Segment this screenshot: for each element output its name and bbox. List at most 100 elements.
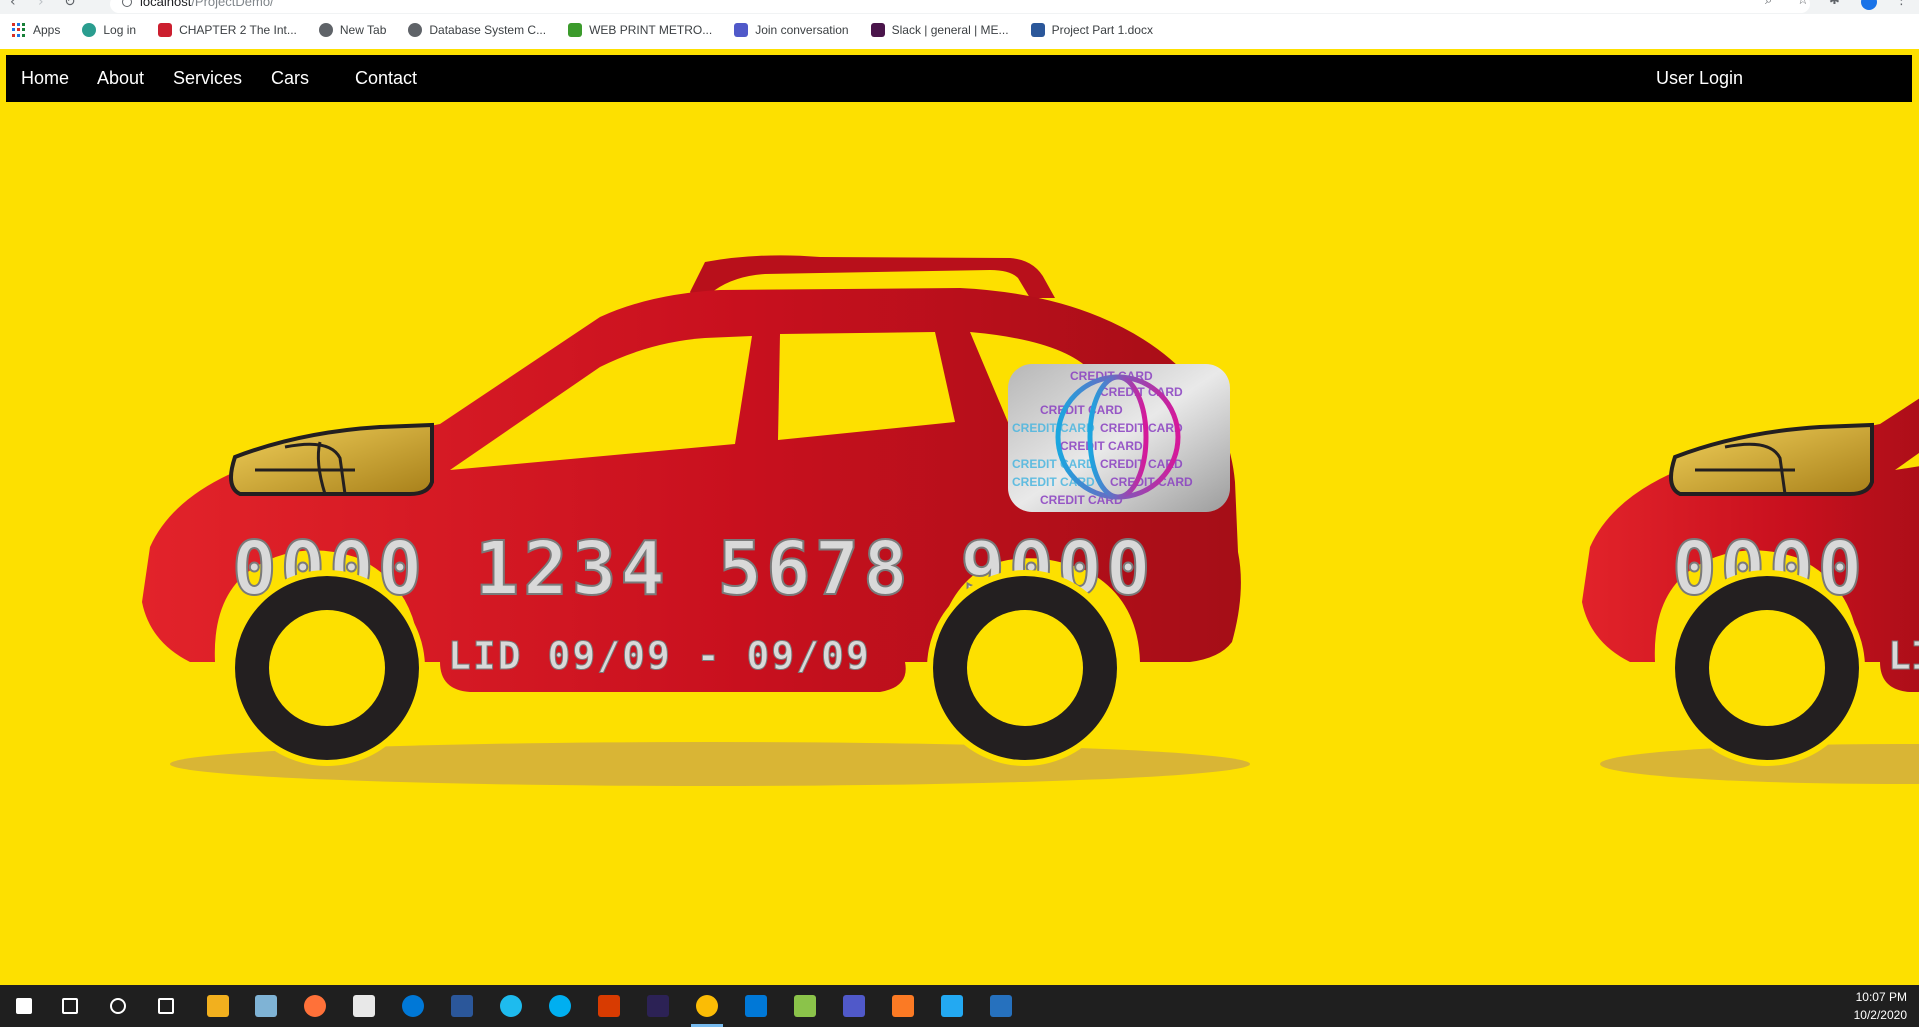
forward-icon[interactable]: › <box>38 0 54 10</box>
mail-icon <box>745 995 767 1017</box>
car-repeat-chip <box>1669 422 1874 496</box>
wheel-rear <box>229 570 425 766</box>
card-valid-dates: LID 09/09 - 09/09 <box>448 634 871 678</box>
file-explorer-taskbar-button[interactable] <box>194 985 242 1027</box>
search-icon[interactable]: ⌕ <box>1765 0 1779 8</box>
car-repeat-valid: LI <box>1888 634 1919 678</box>
store-taskbar-button[interactable] <box>340 985 388 1027</box>
bookmark-label: Join conversation <box>755 23 849 37</box>
browser-chrome: ‹ › ↻ localhost/ProjectDemo/ ⌕ ☆ ✱ ⋮ App… <box>0 0 1919 49</box>
hologram-line: CREDIT CARD <box>1100 421 1183 435</box>
chrome-taskbar-button[interactable] <box>683 985 731 1027</box>
notepadpp-icon <box>794 995 816 1017</box>
windows-taskbar: 10:07 PM 10/2/2020 <box>0 985 1919 1027</box>
back-icon[interactable]: ‹ <box>10 0 26 10</box>
office-taskbar-button[interactable] <box>585 985 633 1027</box>
vscode-taskbar-button[interactable] <box>928 985 976 1027</box>
paint-taskbar-button[interactable] <box>242 985 290 1027</box>
firefox-taskbar-button[interactable] <box>291 985 339 1027</box>
bookmark-item[interactable]: Project Part 1.docx <box>1030 23 1153 37</box>
chrome-icon <box>696 995 718 1017</box>
browser-actions: ⌕ ☆ ✱ ⋮ <box>1765 0 1909 10</box>
hologram-line: CREDIT CARD <box>1060 439 1143 453</box>
star-icon[interactable]: ☆ <box>1797 0 1811 8</box>
globe-icon <box>318 23 333 37</box>
search-taskbar-button[interactable] <box>46 985 94 1027</box>
apps-grid-icon <box>12 23 26 37</box>
bookmark-item[interactable]: Apps <box>12 23 60 37</box>
vscode-icon <box>941 995 963 1017</box>
opera-icon <box>158 23 173 37</box>
credit-card-car-illustration: CREDIT CARD CREDIT CARD CREDIT CARD CRED… <box>142 255 1919 786</box>
bookmark-label: New Tab <box>339 23 387 37</box>
extensions-icon[interactable]: ✱ <box>1829 0 1843 8</box>
bookmark-item[interactable]: Slack | general | ME... <box>870 23 1009 37</box>
printer-icon <box>568 23 583 37</box>
clock-time: 10:07 PM <box>1855 990 1907 1004</box>
globe-icon <box>1055 374 1181 500</box>
nav-home[interactable]: Home <box>21 55 69 102</box>
bookmark-item[interactable]: Log in <box>82 23 136 37</box>
teams-icon <box>734 23 749 37</box>
word-taskbar-button[interactable] <box>438 985 486 1027</box>
bookmark-item[interactable]: CHAPTER 2 The Int... <box>158 23 297 37</box>
url-path: /ProjectDemo/ <box>191 0 274 9</box>
start-button-taskbar-button[interactable] <box>0 985 48 1027</box>
clock-date: 10/2/2020 <box>1853 1008 1907 1022</box>
ie-icon <box>500 995 522 1017</box>
cortana-taskbar-button[interactable] <box>94 985 142 1027</box>
task-view-icon <box>158 998 174 1014</box>
slack-icon <box>870 23 885 37</box>
info-icon[interactable] <box>122 0 132 7</box>
office-icon <box>598 995 620 1017</box>
notepadpp-taskbar-button[interactable] <box>781 985 829 1027</box>
user-login-link[interactable]: User Login <box>1656 55 1743 102</box>
bookmark-label: Project Part 1.docx <box>1051 23 1153 37</box>
ie-taskbar-button[interactable] <box>487 985 535 1027</box>
eclipse-icon <box>647 995 669 1017</box>
bookmark-item[interactable]: Database System C... <box>408 23 546 37</box>
powershell-taskbar-button[interactable] <box>977 985 1025 1027</box>
eclipse-taskbar-button[interactable] <box>634 985 682 1027</box>
bookmark-item[interactable]: New Tab <box>318 23 387 37</box>
car-repeat-wheel <box>1669 570 1865 766</box>
bookmark-label: Apps <box>33 23 61 37</box>
url-field[interactable]: localhost/ProjectDemo/ <box>110 0 1810 13</box>
bookmark-label: Database System C... <box>429 23 547 37</box>
car-repeat: 0000 LI <box>1582 398 1919 766</box>
start-button <box>16 998 32 1014</box>
powershell-icon <box>990 995 1012 1017</box>
reload-icon[interactable]: ↻ <box>64 0 80 10</box>
tray-clock[interactable]: 10:07 PM 10/2/2020 <box>1827 988 1907 1024</box>
nav-services[interactable]: Services <box>173 55 242 102</box>
url-host: localhost <box>140 0 192 9</box>
search-icon <box>62 998 78 1014</box>
teams-taskbar-button[interactable] <box>830 985 878 1027</box>
globe-icon <box>408 23 423 37</box>
nav-about[interactable]: About <box>97 55 144 102</box>
xampp-taskbar-button[interactable] <box>879 985 927 1027</box>
car-main: CREDIT CARD CREDIT CARD CREDIT CARD CRED… <box>142 255 1241 766</box>
bookmark-label: Log in <box>103 23 137 37</box>
bookmark-item[interactable]: Join conversation <box>734 23 849 37</box>
skype-taskbar-button[interactable] <box>536 985 584 1027</box>
edge-icon <box>402 995 424 1017</box>
wheel-front <box>927 570 1123 766</box>
mail-taskbar-button[interactable] <box>732 985 780 1027</box>
bookmark-item[interactable]: WEB PRINT METRO... <box>568 23 712 37</box>
xampp-icon <box>892 995 914 1017</box>
word-icon <box>451 995 473 1017</box>
file-explorer-icon <box>207 995 229 1017</box>
bookmark-label: Slack | general | ME... <box>891 23 1009 37</box>
nav-cars[interactable]: Cars <box>271 55 309 102</box>
nav-contact[interactable]: Contact <box>355 55 417 102</box>
menu-kebab-icon[interactable]: ⋮ <box>1895 0 1909 8</box>
hero-banner: CREDIT CARD CREDIT CARD CREDIT CARD CRED… <box>0 102 1919 985</box>
edge-taskbar-button[interactable] <box>389 985 437 1027</box>
bookmark-label: WEB PRINT METRO... <box>589 23 713 37</box>
hologram-line: CREDIT CARD <box>1012 421 1095 435</box>
profile-avatar[interactable] <box>1861 0 1877 10</box>
task-view-taskbar-button[interactable] <box>142 985 190 1027</box>
window-middle <box>778 332 955 440</box>
globe-icon <box>82 23 97 37</box>
